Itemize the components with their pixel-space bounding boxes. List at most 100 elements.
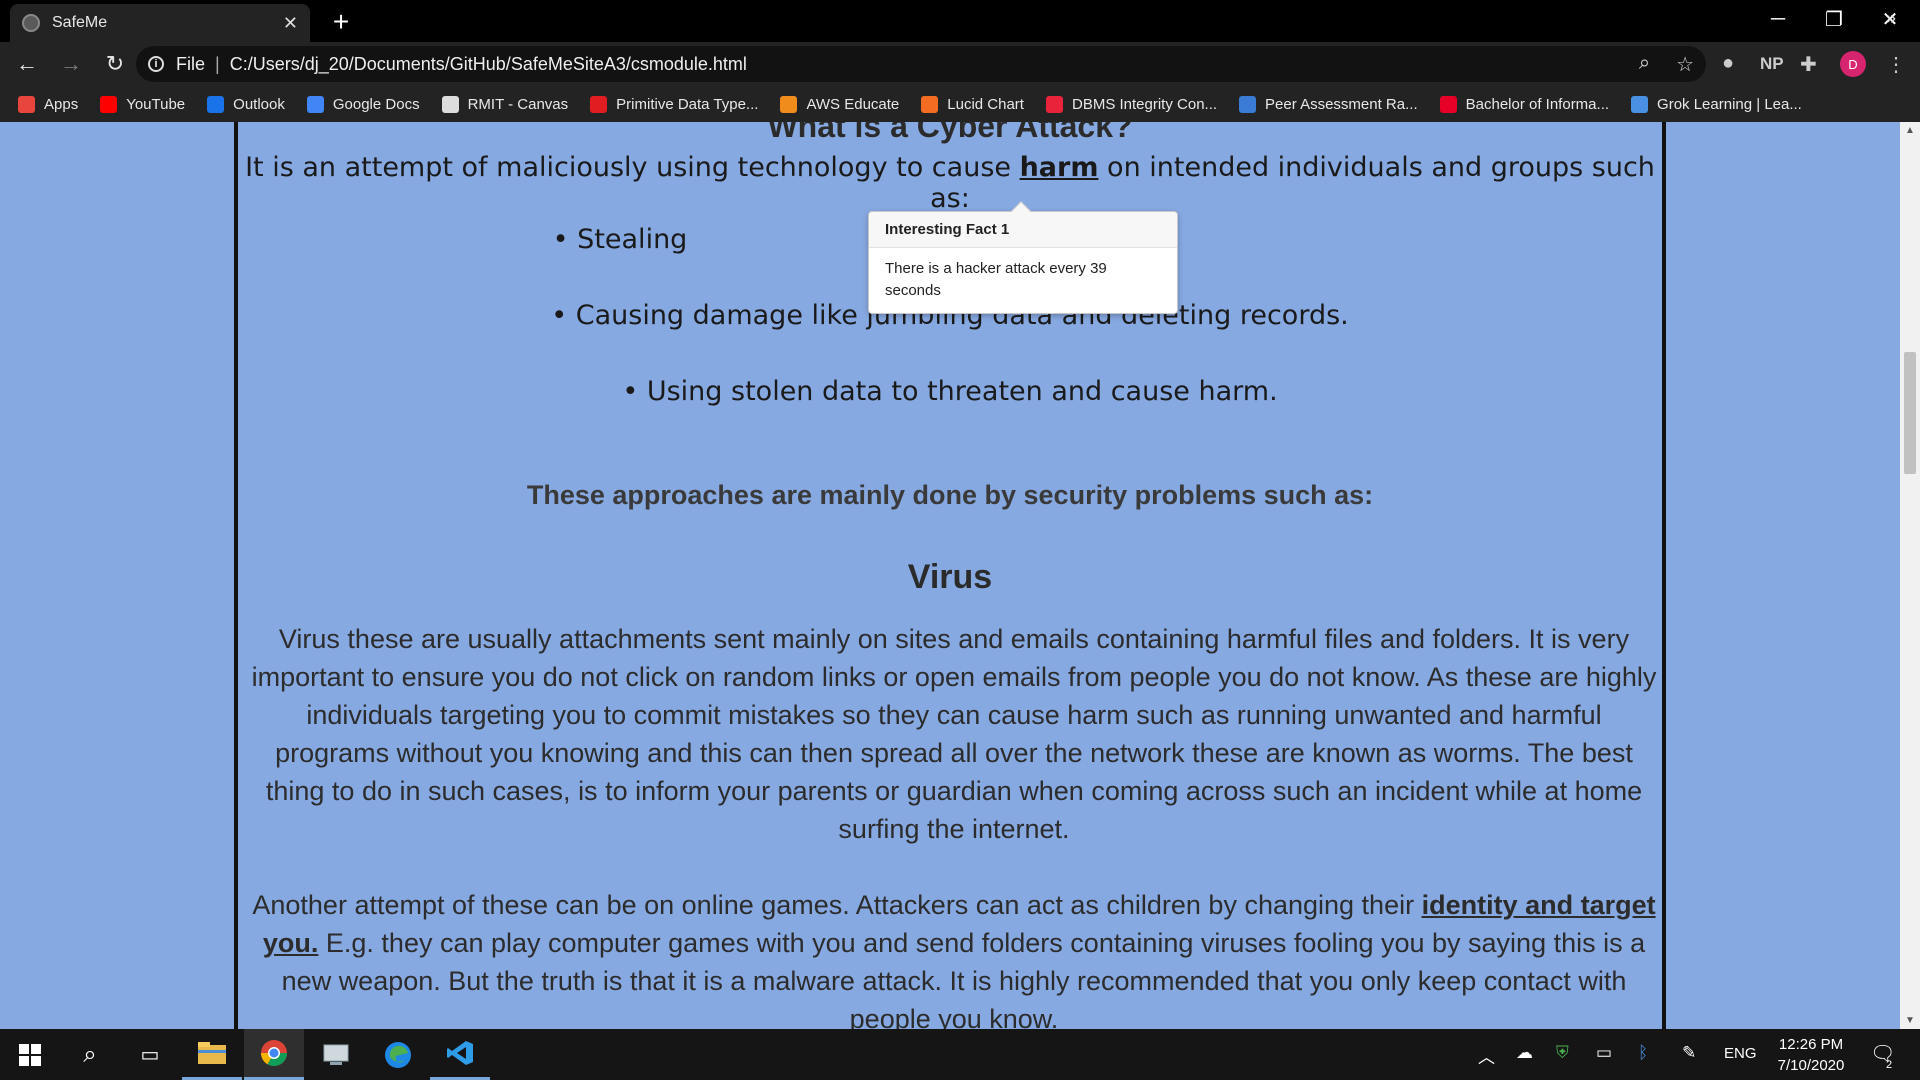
canvas-icon <box>441 95 459 113</box>
bookmark-item[interactable]: Google Docs <box>306 95 420 113</box>
page-scrollbar[interactable]: ▲ ▼ <box>1900 122 1920 1029</box>
zoom-icon[interactable]: ⌕ <box>1639 52 1650 77</box>
browser-tab-safeme[interactable]: SafeMe ✕ <box>10 4 310 42</box>
extension-circle-icon[interactable]: ● <box>1722 52 1734 75</box>
online-games-paragraph: Another attempt of these can be on onlin… <box>248 886 1660 1029</box>
aws-icon <box>780 95 798 113</box>
scrollbar-thumb[interactable] <box>1904 352 1916 474</box>
intro-text-start: It is an attempt of maliciously using te… <box>245 152 1020 183</box>
notification-count: 2 <box>1886 1059 1893 1071</box>
bookmark-label: Bachelor of Informa... <box>1465 95 1610 113</box>
battery-icon[interactable]: ▭ <box>1596 1043 1612 1063</box>
bookmark-item[interactable]: Primitive Data Type... <box>590 95 759 113</box>
lucidchart-icon <box>921 95 939 113</box>
bookmark-item[interactable]: Peer Assessment Ra... <box>1239 95 1418 113</box>
chrome-icon[interactable] <box>244 1029 304 1080</box>
address-separator: | <box>215 53 220 74</box>
clock-date: 7/10/2020 <box>1777 1057 1845 1074</box>
youtube-icon <box>100 95 118 113</box>
bookmark-star-icon[interactable]: ☆ <box>1676 52 1694 77</box>
scroll-up-arrow-icon[interactable]: ▲ <box>1900 122 1920 139</box>
show-hidden-icons-icon[interactable]: ︿ <box>1478 1043 1495 1068</box>
games-text-start: Another attempt of these can be on onlin… <box>252 890 1422 920</box>
bookmark-label: Lucid Chart <box>947 95 1024 113</box>
intro-sentence: It is an attempt of maliciously using te… <box>238 152 1662 214</box>
tab-close-icon[interactable]: ✕ <box>283 13 298 34</box>
windows-start-icon[interactable] <box>0 1029 60 1080</box>
address-bar[interactable]: i File | C:/Users/dj_20/Documents/GitHub… <box>136 46 1706 82</box>
popover-title: Interesting Fact 1 <box>869 212 1177 248</box>
defender-shield-icon[interactable]: ⛨ <box>1556 1043 1569 1063</box>
windows-taskbar: ⌕ ▭ ︿ ☁ ⛨ ▭ ᛒ ✎ ENG 12:26 PM 7/10/2020 🗨… <box>0 1029 1920 1080</box>
fact-popover: Interesting Fact 1 There is a hacker att… <box>868 201 1178 314</box>
address-scheme: File <box>176 53 206 74</box>
taskbar-clock[interactable]: 12:26 PM 7/10/2020 <box>1756 1034 1866 1076</box>
bookmarks-overflow-button[interactable]: » <box>1886 8 1896 29</box>
bookmark-item[interactable]: AWS Educate <box>780 95 900 113</box>
minimize-button[interactable]: ─ <box>1750 0 1806 38</box>
section-heading: What is a Cyber Attack? <box>767 122 1133 144</box>
outlook-icon <box>207 95 225 113</box>
page-viewport: What is a Cyber Attack? It is an attempt… <box>0 122 1920 1029</box>
bookmark-item[interactable]: RMIT - Canvas <box>441 95 569 113</box>
bookmark-label: Apps <box>44 95 79 113</box>
vscode-icon[interactable] <box>430 1029 490 1080</box>
popover-body: There is a hacker attack every 39 second… <box>885 260 1107 299</box>
bookmark-label: Peer Assessment Ra... <box>1265 95 1418 113</box>
onedrive-icon[interactable]: ☁ <box>1516 1043 1533 1063</box>
bullet-stolen-data: • Using stolen data to threaten and caus… <box>622 376 1278 407</box>
new-tab-button[interactable]: + <box>326 6 356 38</box>
info-icon[interactable]: i <box>148 56 164 72</box>
bookmark-item[interactable]: Apps <box>18 95 79 113</box>
profile-avatar[interactable]: D <box>1840 51 1866 77</box>
bookmark-item[interactable]: Grok Learning | Lea... <box>1631 95 1802 113</box>
browser-toolbar: ← → ↻ i File | C:/Users/dj_20/Documents/… <box>0 42 1920 86</box>
tab-strip: SafeMe ✕ + ─ ❐ ✕ <box>0 0 1920 42</box>
bookmark-label: YouTube <box>126 95 186 113</box>
google-docs-icon <box>306 95 324 113</box>
task-view-icon[interactable]: ▭ <box>120 1029 180 1080</box>
bookmark-label: Grok Learning | Lea... <box>1657 95 1802 113</box>
edge-icon[interactable] <box>368 1029 428 1080</box>
forward-arrow-icon[interactable]: → <box>54 47 88 81</box>
restore-button[interactable]: ❐ <box>1806 0 1862 38</box>
globe-icon <box>22 14 40 32</box>
clock-time: 12:26 PM <box>1778 1036 1844 1053</box>
bookmark-label: DBMS Integrity Con... <box>1071 95 1218 113</box>
bookmark-item[interactable]: DBMS Integrity Con... <box>1045 95 1218 113</box>
pen-workspace-icon[interactable]: ✎ <box>1682 1043 1696 1063</box>
approaches-heading: These approaches are mainly done by secu… <box>526 480 1374 510</box>
rmit-icon <box>1439 95 1457 113</box>
harm-link[interactable]: harm <box>1020 152 1099 183</box>
bluetooth-icon[interactable]: ᛒ <box>1638 1043 1648 1063</box>
virus-paragraph: Virus these are usually attachments sent… <box>251 624 1657 844</box>
bookmarks-bar: Apps YouTube Outlook Google Docs RMIT - Canv… <box>0 86 1920 122</box>
bookmark-item[interactable]: Lucid Chart <box>921 95 1024 113</box>
apps-grid-icon <box>18 95 35 113</box>
tab-title: SafeMe <box>52 14 108 31</box>
reload-icon[interactable]: ↻ <box>98 47 132 81</box>
bookmark-label: Google Docs <box>332 95 420 113</box>
remote-desktop-icon[interactable] <box>306 1029 366 1080</box>
extensions-puzzle-icon[interactable]: ✚ <box>1800 52 1817 77</box>
virus-heading: Virus <box>907 558 993 596</box>
bookmark-item[interactable]: Bachelor of Informa... <box>1439 95 1610 113</box>
back-arrow-icon[interactable]: ← <box>10 47 44 81</box>
bookmark-label: RMIT - Canvas <box>467 95 569 113</box>
extension-np-icon[interactable]: NP <box>1760 54 1784 74</box>
menu-kebab-icon[interactable]: ⋮ <box>1886 52 1906 77</box>
peer-assessment-icon <box>1239 95 1257 113</box>
bookmark-item[interactable]: YouTube <box>100 95 186 113</box>
bookmark-label: AWS Educate <box>806 95 900 113</box>
scroll-down-arrow-icon[interactable]: ▼ <box>1900 1012 1920 1029</box>
address-url[interactable]: C:/Users/dj_20/Documents/GitHub/SafeMeSi… <box>230 54 747 75</box>
bookmark-label: Primitive Data Type... <box>616 95 759 113</box>
oracle-icon <box>590 95 608 113</box>
file-explorer-icon[interactable] <box>182 1029 242 1080</box>
bookmark-item[interactable]: Outlook <box>207 95 285 113</box>
dbms-icon <box>1045 95 1063 113</box>
bookmark-label: Outlook <box>233 95 285 113</box>
grok-icon <box>1631 95 1649 113</box>
language-indicator[interactable]: ENG <box>1724 1045 1757 1062</box>
search-icon[interactable]: ⌕ <box>60 1029 120 1080</box>
